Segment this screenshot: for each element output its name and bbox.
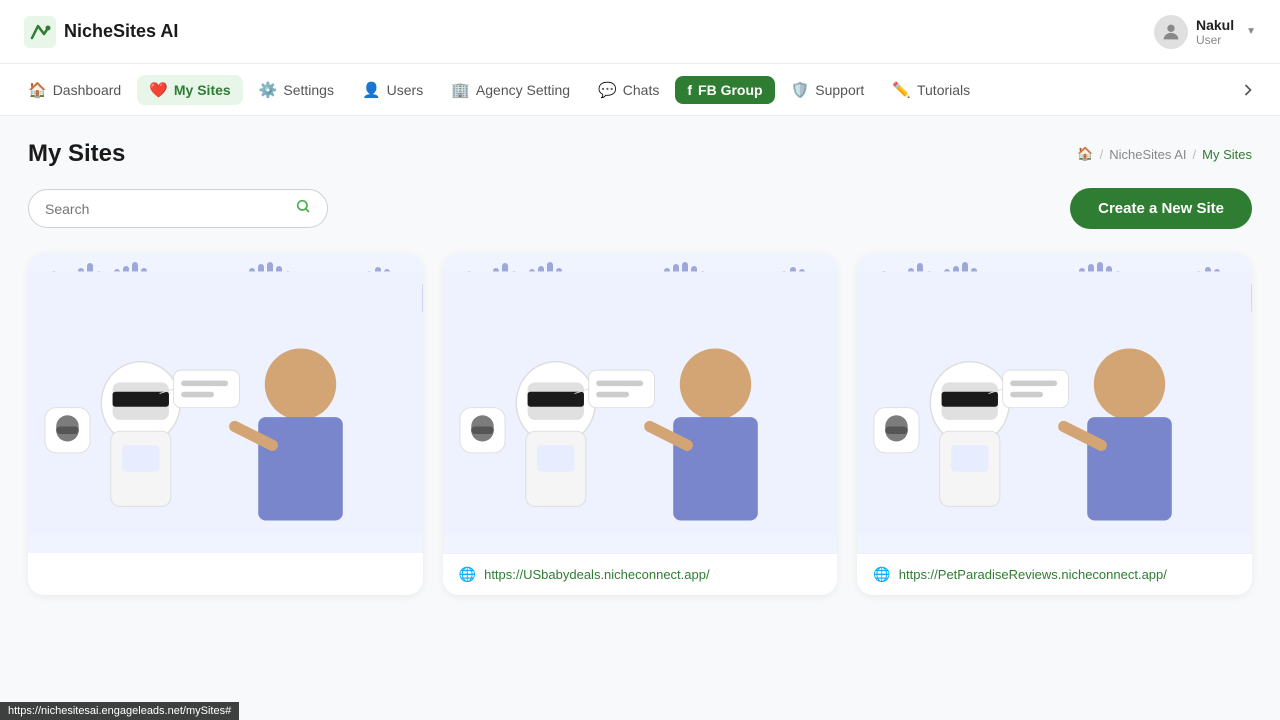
toolbar: Create a New Site	[28, 188, 1252, 229]
globe-icon-3: 🌐	[873, 566, 890, 583]
users-icon: 👤	[362, 81, 381, 99]
chats-icon: 💬	[598, 81, 617, 99]
card-url-3: https://PetParadiseReviews.nicheconnect.…	[899, 567, 1167, 582]
create-new-site-button[interactable]: Create a New Site	[1070, 188, 1252, 229]
chevron-down-icon: ▼	[1246, 26, 1256, 37]
nav-item-my-sites[interactable]: ❤️ My Sites	[137, 75, 243, 105]
support-icon: 🛡️	[791, 81, 810, 99]
nav-item-settings[interactable]: ⚙️ Settings	[247, 75, 346, 105]
logo[interactable]: NicheSites AI	[24, 16, 178, 48]
nav-item-agency-setting[interactable]: 🏢 Agency Setting	[439, 75, 582, 105]
nav-label-chats: Chats	[623, 82, 660, 98]
nav-item-fb-group[interactable]: f FB Group	[675, 76, 774, 104]
card-image-3	[857, 253, 1252, 553]
page-title: My Sites	[28, 140, 125, 168]
illustration-2	[443, 253, 838, 553]
illustration-3	[857, 253, 1252, 553]
tutorials-icon: ✏️	[892, 81, 911, 99]
nav-label-settings: Settings	[283, 82, 334, 98]
main-content: My Sites 🏠 / NicheSites AI / My Sites Cr…	[0, 116, 1280, 720]
breadcrumb-sep-2: /	[1193, 147, 1197, 162]
nav-item-dashboard[interactable]: 🏠 Dashboard	[16, 75, 133, 105]
my-sites-icon: ❤️	[149, 81, 168, 99]
search-box[interactable]	[28, 189, 328, 228]
nav-label-agency: Agency Setting	[476, 82, 570, 98]
nav-label-support: Support	[815, 82, 864, 98]
breadcrumb: 🏠 / NicheSites AI / My Sites	[1077, 146, 1252, 162]
nav-label-fb-group: FB Group	[698, 82, 763, 98]
settings-icon: ⚙️	[259, 81, 278, 99]
status-bar: https://nichesitesai.engageleads.net/myS…	[0, 702, 239, 720]
breadcrumb-sep-1: /	[1100, 147, 1104, 162]
card-image-2	[443, 253, 838, 553]
site-card-1[interactable]	[28, 253, 423, 595]
nav-scroll-right[interactable]	[1232, 74, 1264, 106]
nav-label-tutorials: Tutorials	[917, 82, 970, 98]
card-footer-3: 🌐 https://PetParadiseReviews.nicheconnec…	[857, 553, 1252, 595]
avatar	[1154, 15, 1188, 49]
header: NicheSites AI Nakul User ▼	[0, 0, 1280, 64]
nav-label-my-sites: My Sites	[174, 82, 231, 98]
search-input[interactable]	[45, 201, 287, 217]
fb-icon: f	[687, 82, 692, 98]
logo-text: NicheSites AI	[64, 21, 178, 42]
breadcrumb-current: My Sites	[1202, 147, 1252, 162]
nav-label-users: Users	[387, 82, 424, 98]
illustration-1	[28, 253, 423, 553]
sites-grid: 🌐 https://USbabydeals.nicheconnect.app/	[28, 253, 1252, 595]
page-header: My Sites 🏠 / NicheSites AI / My Sites	[28, 140, 1252, 168]
site-card-2[interactable]: 🌐 https://USbabydeals.nicheconnect.app/	[443, 253, 838, 595]
nav-item-support[interactable]: 🛡️ Support	[779, 75, 877, 105]
breadcrumb-parent: NicheSites AI	[1109, 147, 1186, 162]
card-footer-2: 🌐 https://USbabydeals.nicheconnect.app/	[443, 553, 838, 595]
globe-icon-2: 🌐	[459, 566, 476, 583]
card-url-2: https://USbabydeals.nicheconnect.app/	[484, 567, 709, 582]
nav-item-tutorials[interactable]: ✏️ Tutorials	[880, 75, 982, 105]
agency-icon: 🏢	[451, 81, 470, 99]
nav-item-chats[interactable]: 💬 Chats	[586, 75, 671, 105]
card-image-1	[28, 253, 423, 553]
status-url: https://nichesitesai.engageleads.net/myS…	[8, 705, 231, 717]
nav-item-users[interactable]: 👤 Users	[350, 75, 435, 105]
user-info: Nakul User	[1196, 17, 1234, 47]
search-icon	[295, 198, 311, 219]
logo-icon	[24, 16, 56, 48]
dashboard-icon: 🏠	[28, 81, 47, 99]
user-name: Nakul	[1196, 17, 1234, 33]
user-menu[interactable]: Nakul User ▼	[1154, 15, 1256, 49]
nav-label-dashboard: Dashboard	[53, 82, 122, 98]
site-card-3[interactable]: 🌐 https://PetParadiseReviews.nicheconnec…	[857, 253, 1252, 595]
navigation: 🏠 Dashboard ❤️ My Sites ⚙️ Settings 👤 Us…	[0, 64, 1280, 116]
breadcrumb-home-icon: 🏠	[1077, 146, 1093, 162]
user-role: User	[1196, 33, 1234, 47]
